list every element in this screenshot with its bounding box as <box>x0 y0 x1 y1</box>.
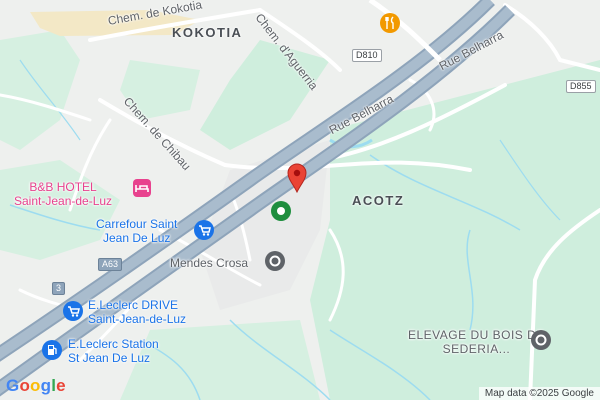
green-area <box>0 160 120 260</box>
park-marker[interactable] <box>271 201 291 221</box>
area-label-kokotia: KOKOTIA <box>172 25 243 40</box>
poi-carrefour[interactable]: Carrefour Saint Jean De Luz <box>96 217 177 245</box>
gas-station-icon[interactable] <box>42 340 62 360</box>
road-shield-exit-3: 3 <box>52 282 66 295</box>
area-label-acotz: ACOTZ <box>352 193 405 208</box>
poi-subname: Saint-Jean-de-Luz <box>14 194 113 208</box>
poi-leclerc-station[interactable]: E.Leclerc Station St Jean De Luz <box>68 337 159 365</box>
location-pin-icon[interactable] <box>287 163 307 193</box>
poi-subname: St Jean De Luz <box>68 351 151 365</box>
place-icon[interactable] <box>265 251 285 271</box>
poi-name: E.Leclerc Station <box>68 337 159 351</box>
poi-name: E.Leclerc DRIVE <box>88 298 179 312</box>
poi-name: ELEVAGE DU BOIS DE <box>408 328 545 342</box>
poi-subname: SEDERIA... <box>442 342 511 356</box>
restaurant-marker[interactable] <box>380 13 400 33</box>
road-shield-d855: D855 <box>566 80 596 93</box>
map-attribution[interactable]: Map data ©2025 Google <box>478 387 600 400</box>
poi-leclerc-drive[interactable]: E.Leclerc DRIVE Saint-Jean-de-Luz <box>88 298 186 326</box>
shopping-cart-icon[interactable] <box>194 220 214 240</box>
hotel-icon[interactable] <box>133 179 151 197</box>
road-shield-a63: A63 <box>98 258 123 271</box>
green-area <box>0 30 80 150</box>
road <box>503 3 600 72</box>
poi-elevage[interactable]: ELEVAGE DU BOIS DE SEDERIA... <box>408 328 545 356</box>
poi-name: B&B HOTEL <box>29 180 97 194</box>
place-icon[interactable] <box>531 330 551 350</box>
google-logo: Google <box>6 376 66 395</box>
poi-subname: Saint-Jean-de-Luz <box>88 312 187 326</box>
poi-subname: Jean De Luz <box>102 231 171 245</box>
poi-name: Mendes Crosa <box>170 256 249 270</box>
map-canvas[interactable]: KOKOTIA ACOTZ Chem. de Kokotia Chem. d'A… <box>0 0 600 400</box>
road-shield-d810: D810 <box>352 49 382 62</box>
poi-mendes-crosa[interactable]: Mendes Crosa <box>170 256 248 270</box>
poi-name: Carrefour Saint <box>96 217 178 231</box>
restaurant-icon <box>385 16 394 29</box>
poi-bb-hotel[interactable]: B&B HOTEL Saint-Jean-de-Luz <box>14 180 112 208</box>
shopping-cart-icon[interactable] <box>63 301 83 321</box>
park-icon <box>277 207 285 215</box>
